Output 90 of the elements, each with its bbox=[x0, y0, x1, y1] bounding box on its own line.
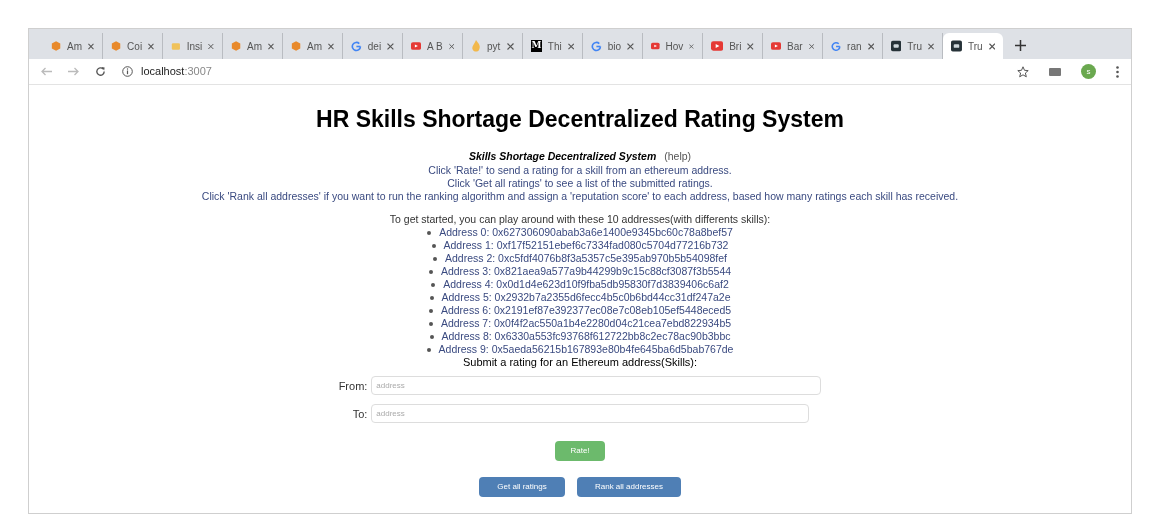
cube-icon bbox=[51, 40, 62, 52]
folder-icon bbox=[171, 40, 181, 52]
bullet-icon bbox=[428, 308, 433, 313]
play-icon bbox=[711, 41, 724, 51]
close-icon[interactable] bbox=[747, 42, 754, 50]
instruction-text: Click 'Rate!' to send a rating for a skill from an ethereum address. bbox=[428, 164, 732, 178]
bullet-icon bbox=[431, 243, 436, 248]
tab-title: Am bbox=[307, 39, 323, 54]
info-icon bbox=[122, 66, 133, 77]
tab-title: Insi bbox=[186, 39, 203, 54]
close-icon[interactable] bbox=[208, 42, 214, 50]
tab-title: Bri bbox=[729, 39, 742, 54]
address-input[interactable]: address bbox=[371, 404, 810, 424]
tab-title: ran bbox=[847, 39, 862, 54]
action-button[interactable]: Get all ratings bbox=[479, 477, 565, 498]
tab-favicon: M bbox=[531, 40, 542, 52]
address-text: Address 8: 0x6330a553fc93768f612722bb8c2ec78ac90b3bbc bbox=[441, 330, 731, 344]
page-title: HR Skills Shortage Decentralized Rating System bbox=[316, 105, 844, 134]
bullet-icon bbox=[431, 282, 436, 287]
bullet-icon bbox=[426, 347, 431, 352]
action-button[interactable]: Rank all addresses bbox=[577, 477, 681, 498]
tab-title: Am bbox=[247, 39, 263, 54]
address-text: Address 1: 0xf17f52151ebef6c7334fad080c5704d77216b732 bbox=[443, 239, 729, 253]
close-icon[interactable] bbox=[988, 42, 995, 50]
close-icon[interactable] bbox=[867, 42, 874, 50]
star-icon[interactable] bbox=[1017, 65, 1029, 78]
square-icon bbox=[951, 40, 962, 52]
close-icon[interactable] bbox=[507, 42, 514, 50]
close-icon[interactable] bbox=[328, 42, 334, 50]
browser-tab[interactable]: Tru bbox=[943, 33, 1003, 59]
tab-title: Tru bbox=[907, 39, 922, 54]
tab-title: bio bbox=[607, 39, 622, 54]
bullet-icon bbox=[429, 295, 434, 300]
address-text: Address 3: 0x821aea9a577a9b44299b9c15c88cf3087f3b5544 bbox=[440, 265, 732, 279]
bullet-icon bbox=[428, 321, 433, 326]
tab-title: A B bbox=[427, 39, 443, 54]
bullet-icon bbox=[433, 256, 437, 261]
field-label: From: bbox=[338, 378, 368, 394]
address-text: Address 2: 0xc5fdf4076b8f3a5357c5e395ab970b5b54098fef bbox=[445, 252, 727, 266]
tab-title: Hov bbox=[665, 39, 684, 54]
bullet-icon bbox=[428, 269, 433, 274]
flame-icon bbox=[471, 40, 481, 52]
tab-title: Tru bbox=[967, 39, 983, 54]
google-g-icon bbox=[591, 40, 602, 52]
address-text: Address 6: 0x2191ef87e392377ec08e7c08eb105ef5448eced5 bbox=[440, 304, 732, 318]
address-text: Address 7: 0x0f4f2ac550a1b4e2280d04c21cea7ebd822934b5 bbox=[440, 317, 732, 331]
addresses-intro: To get started, you can play around with these 10 addresses(with differents skills): bbox=[389, 213, 771, 227]
tab-title: Coi bbox=[127, 39, 143, 54]
subtitle: Skills Shortage Decentralized System bbox=[468, 148, 657, 164]
close-icon[interactable] bbox=[387, 42, 394, 50]
tab-title: dei bbox=[367, 39, 382, 54]
cube-icon bbox=[291, 40, 302, 52]
close-icon[interactable] bbox=[448, 42, 454, 50]
close-icon[interactable] bbox=[268, 42, 274, 50]
close-icon[interactable] bbox=[808, 42, 814, 50]
instruction-text: Click 'Rank all addresses' if you want to run the ranking algorithm and assign a 'reputation score' to each address, based how many ratings each skill has received. bbox=[201, 190, 959, 204]
extension-icon[interactable] bbox=[1049, 67, 1061, 76]
tab-title: Thi bbox=[547, 39, 562, 54]
play-icon bbox=[771, 41, 782, 51]
close-icon[interactable] bbox=[88, 42, 94, 50]
address-input[interactable]: address bbox=[371, 376, 822, 396]
address-text: Address 0: 0x627306090abab3a6e1400e9345bc60c78a8bef57 bbox=[439, 226, 733, 240]
play-icon bbox=[651, 41, 660, 51]
help-link[interactable]: (help) bbox=[664, 148, 692, 165]
tab-title: Bar bbox=[787, 39, 803, 54]
google-g-icon bbox=[831, 40, 842, 52]
field-label: To: bbox=[352, 406, 368, 422]
play-icon bbox=[411, 41, 422, 51]
close-icon[interactable] bbox=[689, 42, 694, 50]
square-icon bbox=[891, 40, 902, 52]
form-heading: Submit a rating for an Ethereum address(Skills): bbox=[462, 356, 698, 370]
reload-icon[interactable] bbox=[95, 66, 106, 77]
cube-icon bbox=[111, 40, 122, 52]
address-text: Address 9: 0x5aeda56215b167893e80b4fe645ba6d5bab767de bbox=[438, 343, 734, 357]
close-icon[interactable] bbox=[148, 42, 154, 50]
cube-icon bbox=[231, 40, 242, 52]
close-icon[interactable] bbox=[567, 42, 574, 50]
bullet-icon bbox=[427, 230, 432, 235]
google-g-icon bbox=[351, 40, 362, 52]
new-tab-icon[interactable] bbox=[1015, 40, 1026, 51]
bullet-icon bbox=[429, 334, 434, 339]
address-text: Address 5: 0x2932b7a2355d6fecc4b5c0b6bd44cc31df247a2e bbox=[441, 291, 731, 305]
menu-icon[interactable] bbox=[1116, 65, 1119, 78]
tab-title: Am bbox=[67, 39, 83, 54]
close-icon[interactable] bbox=[927, 42, 934, 50]
instruction-text: Click 'Get all ratings' to see a list of the submitted ratings. bbox=[447, 177, 713, 191]
close-icon[interactable] bbox=[627, 42, 634, 50]
tab-title: pyt bbox=[487, 39, 501, 54]
url-text[interactable]: localhost:3007 bbox=[141, 63, 212, 80]
address-text: Address 4: 0x0d1d4e623d10f9fba5db95830f7d3839406c6af2 bbox=[443, 278, 729, 292]
